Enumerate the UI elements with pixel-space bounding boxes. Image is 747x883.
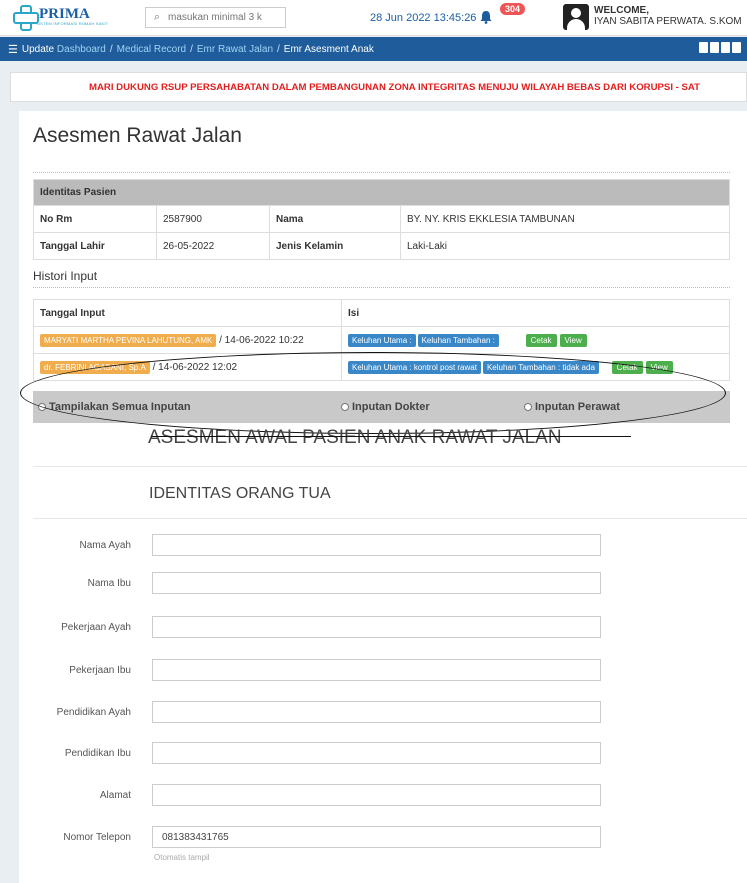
- label-nama-ibu: Nama Ibu: [87, 578, 131, 589]
- label-nomor-telepon: Nomor Telepon: [63, 832, 131, 843]
- breadcrumb-emr-rawat-jalan[interactable]: Emr Rawat Jalan: [197, 44, 273, 55]
- search-icon: ⌕: [153, 11, 161, 23]
- col-tanggal: Tanggal Input: [33, 299, 342, 327]
- search-box[interactable]: ⌕: [145, 7, 286, 28]
- clipboard-icon[interactable]: [710, 42, 719, 53]
- keluhan-utama-badge: Keluhan Utama :: [348, 333, 416, 347]
- col-isi: Isi: [341, 299, 730, 327]
- view-button[interactable]: View: [559, 333, 587, 347]
- history-table: Tanggal Input Isi MARYATI MARTHA PEVINA …: [33, 299, 730, 381]
- user-avatar[interactable]: [563, 4, 589, 30]
- breadcrumb-medical-record[interactable]: Medical Record: [117, 44, 186, 55]
- patient-name: BY. NY. KRIS EKKLESIA TAMBUNAN: [400, 205, 730, 233]
- label-alamat: Alamat: [99, 790, 131, 801]
- nama-ayah-input[interactable]: [152, 534, 601, 556]
- input-date: / 14-06-2022 10:22: [219, 334, 304, 346]
- top-header: PRIMA SISTEM INFORMASI RUMAH SAKIT ⌕ 28 …: [0, 0, 747, 36]
- announcement-marquee: MARI DUKUNG RSUP PERSAHABATAN DALAM PEMB…: [10, 72, 747, 102]
- table-row: MARYATI MARTHA PEVINA LAHUTUNG, AMK / 14…: [33, 326, 730, 354]
- patient-identity-table: Identitas Pasien No Rm 2587900 Nama BY. …: [33, 179, 730, 260]
- welcome-label: WELCOME,: [594, 5, 649, 16]
- keluhan-tambahan-badge: Keluhan Tambahan :: [417, 333, 499, 347]
- user-badge: MARYATI MARTHA PEVINA LAHUTUNG, AMK: [40, 333, 217, 347]
- announcement-text: MARI DUKUNG RSUP PERSAHABATAN DALAM PEMB…: [89, 82, 700, 93]
- history-label: Histori Input: [33, 269, 98, 283]
- radio-icon: [38, 403, 46, 411]
- label-nama-ayah: Nama Ayah: [79, 540, 131, 551]
- page-title: Asesmen Rawat Jalan: [33, 124, 242, 147]
- filter-bar: Tampilakan Semua Inputan Inputan Dokter …: [33, 391, 730, 423]
- prima-logo[interactable]: PRIMA SISTEM INFORMASI RUMAH SAKIT: [12, 4, 109, 31]
- keluhan-utama-badge: Keluhan Utama : kontrol post rawat: [348, 360, 481, 374]
- breadcrumb: ☰ Update Dashboard / Medical Record / Em…: [0, 37, 747, 61]
- logo-subtitle: SISTEM INFORMASI RUMAH SAKIT: [36, 20, 109, 26]
- table-row: dr. FEBRINI AGASANI, Sp.A / 14-06-2022 1…: [33, 353, 730, 381]
- label-pendidikan-ibu: Pendidikan Ibu: [64, 748, 131, 759]
- cetak-button[interactable]: Cetak: [525, 333, 557, 347]
- cetak-button[interactable]: Cetak: [611, 360, 643, 374]
- keluhan-tambahan-badge: Keluhan Tambahan : tidak ada: [482, 360, 599, 374]
- user-badge: dr. FEBRINI AGASANI, Sp.A: [40, 360, 150, 374]
- birth-date: 26-05-2022: [156, 232, 270, 260]
- section-title: IDENTITAS ORANG TUA: [149, 485, 331, 502]
- notification-badge[interactable]: 304: [500, 3, 526, 15]
- toolbar-icons: [699, 42, 741, 53]
- input-date: / 14-06-2022 12:02: [152, 361, 238, 373]
- pendidikan-ayah-input[interactable]: [152, 701, 601, 723]
- chat-icon[interactable]: [721, 42, 730, 53]
- label-pendidikan-ayah: Pendidikan Ayah: [56, 707, 131, 718]
- bell-icon[interactable]: [479, 10, 493, 24]
- radio-icon: [524, 403, 532, 411]
- pendidikan-ibu-input[interactable]: [152, 742, 601, 764]
- logo-text: PRIMA: [39, 5, 90, 22]
- filter-perawat[interactable]: Inputan Perawat: [524, 401, 620, 413]
- pekerjaan-ibu-input[interactable]: [152, 659, 601, 681]
- identity-header: Identitas Pasien: [33, 179, 730, 206]
- phone-hint: Otomatis tampil: [154, 853, 210, 862]
- user-name: IYAN SABITA PERWATA. S.KOM: [594, 16, 742, 27]
- breadcrumb-dashboard[interactable]: Dashboard: [57, 44, 106, 55]
- form-title: ASESMEN AWAL PASIEN ANAK RAWAT JALAN: [148, 427, 562, 448]
- calendar-icon[interactable]: [732, 42, 741, 53]
- menu-icon[interactable]: ☰: [8, 43, 18, 56]
- filter-all[interactable]: Tampilakan Semua Inputan: [38, 401, 191, 413]
- no-rm: 2587900: [156, 205, 270, 233]
- search-input[interactable]: [168, 12, 278, 23]
- current-datetime: 28 Jun 2022 13:45:26: [370, 12, 477, 24]
- main-panel: Asesmen Rawat Jalan Identitas Pasien No …: [19, 111, 747, 883]
- user-welcome[interactable]: WELCOME, IYAN SABITA PERWATA. S.KOM: [594, 5, 742, 27]
- image-icon[interactable]: [699, 42, 708, 53]
- gender: Laki-Laki: [400, 232, 730, 260]
- alamat-input[interactable]: [152, 784, 601, 806]
- nomor-telepon-input[interactable]: [152, 826, 601, 848]
- medical-cross-icon: [12, 4, 39, 31]
- view-button[interactable]: View: [645, 360, 673, 374]
- label-pekerjaan-ayah: Pekerjaan Ayah: [61, 622, 131, 633]
- label-pekerjaan-ibu: Pekerjaan Ibu: [69, 665, 131, 676]
- filter-dokter[interactable]: Inputan Dokter: [341, 401, 430, 413]
- breadcrumb-update[interactable]: Update: [22, 44, 54, 55]
- radio-icon: [341, 403, 349, 411]
- nama-ibu-input[interactable]: [152, 572, 601, 594]
- pekerjaan-ayah-input[interactable]: [152, 616, 601, 638]
- breadcrumb-current: Emr Asesment Anak: [283, 43, 374, 55]
